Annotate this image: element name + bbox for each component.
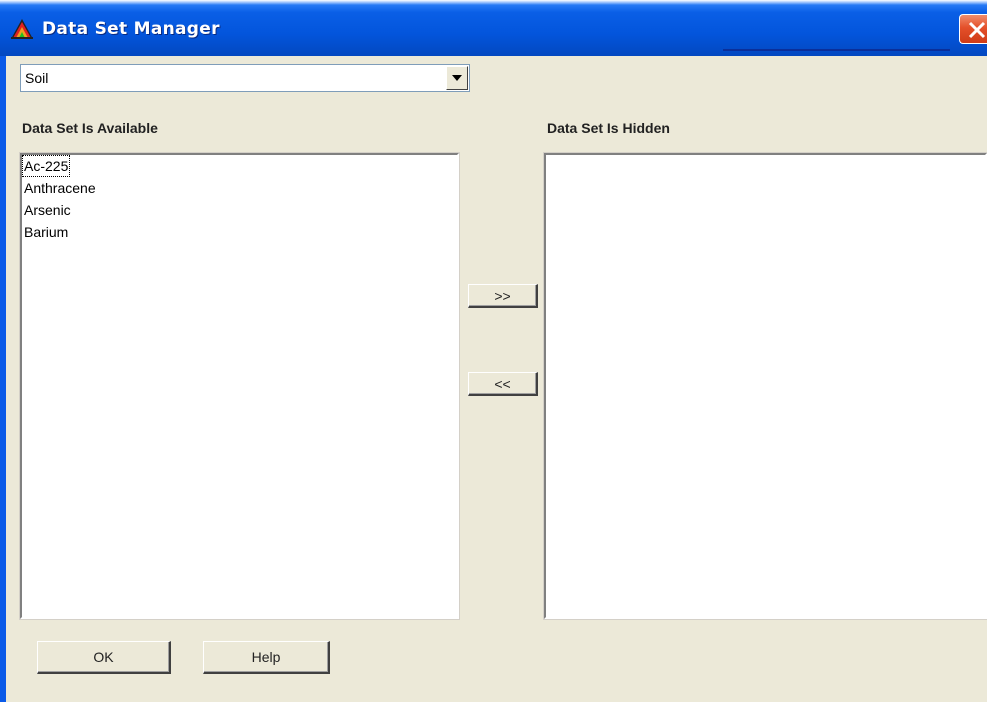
ok-button[interactable]: OK bbox=[37, 641, 171, 674]
title-bar-accent bbox=[723, 49, 950, 51]
list-item[interactable]: Arsenic bbox=[22, 199, 457, 221]
dataset-type-dropdown[interactable]: Soil bbox=[20, 64, 470, 92]
close-icon bbox=[968, 21, 986, 39]
title-bar-highlight bbox=[0, 0, 987, 5]
move-to-hidden-button[interactable]: >> bbox=[468, 284, 538, 308]
app-icon bbox=[11, 19, 33, 39]
list-item[interactable]: Ac-225 bbox=[22, 155, 71, 177]
available-label: Data Set Is Available bbox=[22, 120, 158, 136]
window-title: Data Set Manager bbox=[42, 19, 220, 39]
title-bar[interactable]: Data Set Manager bbox=[0, 0, 987, 56]
close-button[interactable] bbox=[959, 14, 987, 44]
chevron-down-icon bbox=[452, 75, 462, 81]
dialog-body: Soil Data Set Is Available Data Set Is H… bbox=[6, 56, 987, 702]
list-item[interactable]: Anthracene bbox=[22, 177, 457, 199]
available-listbox[interactable]: Ac-225 Anthracene Arsenic Barium bbox=[19, 152, 460, 620]
list-item[interactable]: Barium bbox=[22, 221, 457, 243]
help-button[interactable]: Help bbox=[203, 641, 330, 674]
hidden-listbox[interactable] bbox=[543, 152, 987, 620]
dropdown-button[interactable] bbox=[446, 66, 468, 90]
hidden-label: Data Set Is Hidden bbox=[547, 120, 670, 136]
dropdown-selected-value: Soil bbox=[25, 70, 49, 86]
move-to-available-button[interactable]: << bbox=[468, 372, 538, 396]
dialog-window: Data Set Manager Soil Data Set Is Availa… bbox=[0, 0, 987, 702]
